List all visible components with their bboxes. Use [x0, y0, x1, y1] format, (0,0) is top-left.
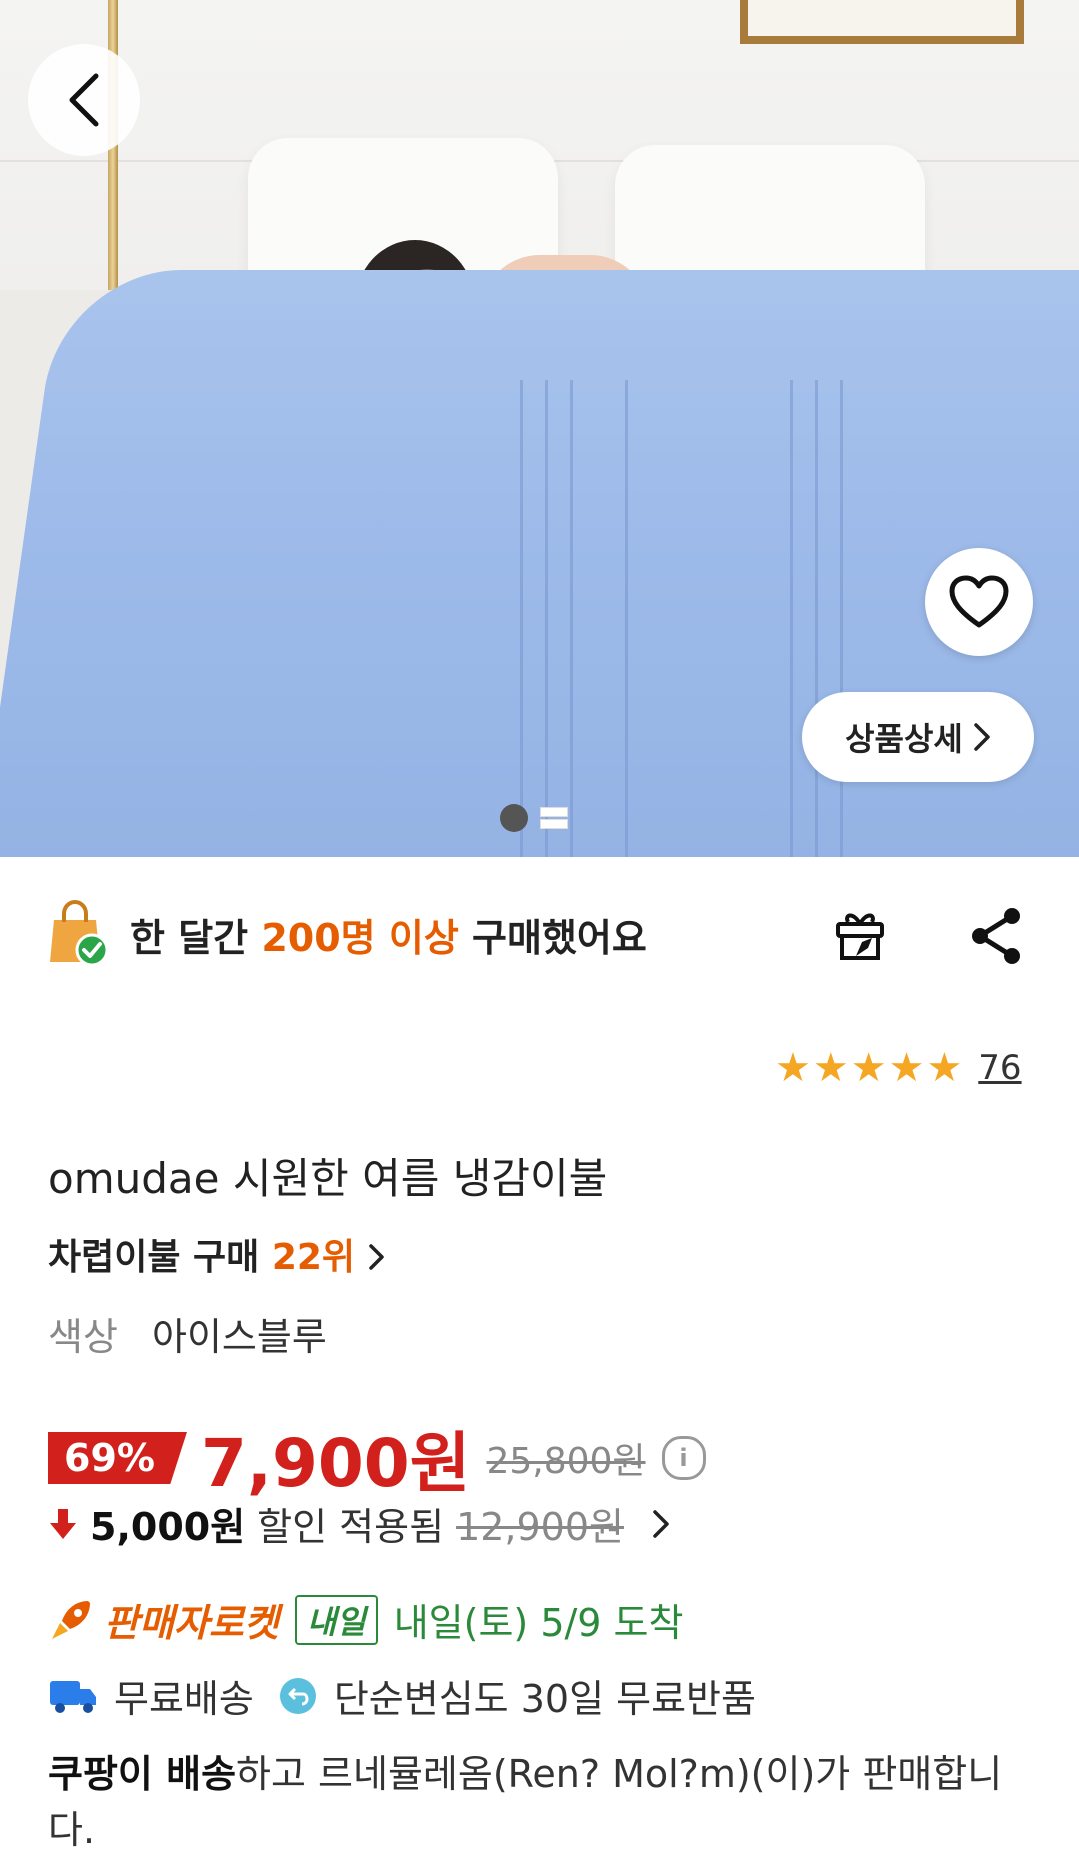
seller-info: 쿠팡이 배송하고 르네뮬레옴(Ren? Mol?m)(이)가 판매합니다. — [48, 1746, 1038, 1858]
rocket-label: 판매자로켓 — [104, 1601, 279, 1645]
chevron-left-icon — [69, 73, 99, 127]
heart-icon — [949, 575, 1009, 628]
rocket-icon — [52, 1600, 90, 1639]
price-row: 69% 7,900원 25,800원 i — [48, 1410, 706, 1506]
star-icon: ★ — [926, 1045, 963, 1091]
rank-category: 차렵이불 구매 — [48, 1237, 260, 1278]
chevron-right-icon — [653, 1509, 669, 1538]
option-value: 아이스블루 — [152, 1315, 327, 1359]
star-icon: ★ — [888, 1045, 925, 1091]
coupon-text: 할인 적용됨 — [257, 1505, 445, 1549]
rank-value: 22위 — [271, 1237, 356, 1278]
original-price: 25,800원 — [486, 1441, 646, 1482]
blanket-quilt-line — [840, 380, 843, 857]
product-image-carousel[interactable]: 상품상세 — [0, 0, 1079, 857]
blanket-quilt-line — [570, 380, 573, 857]
star-icon: ★ — [775, 1045, 811, 1091]
star-icon: ★ — [812, 1045, 849, 1091]
gift-button[interactable] — [832, 908, 888, 968]
free-shipping: 무료배송 — [114, 1677, 254, 1721]
purchase-stat-suffix: 구매했어요 — [472, 915, 647, 960]
sale-price: 7,900원 — [200, 1425, 471, 1502]
purchase-stat: 한 달간 200명 이상 구매했어요 — [46, 900, 647, 968]
shopping-bag-check-icon — [50, 900, 109, 967]
share-icon — [972, 908, 1020, 964]
chevron-right-icon — [368, 1244, 384, 1270]
gift-rocket-icon — [836, 913, 884, 960]
product-title: omudae 시원한 여름 냉감이불 — [48, 1154, 608, 1203]
shipping-return-row: 무료배송 단순변심도 30일 무료반품 — [48, 1668, 756, 1723]
arrow-down-icon — [50, 1508, 76, 1539]
blanket-quilt-line — [815, 380, 818, 857]
arrival-date: 내일(토) 5/9 도착 — [393, 1601, 684, 1645]
coupon-original-price: 12,900원 — [456, 1505, 624, 1549]
blanket-quilt-line — [545, 380, 548, 857]
wall-frame — [740, 0, 1024, 44]
free-return: 단순변심도 30일 무료반품 — [333, 1677, 756, 1721]
chevron-right-icon — [974, 723, 990, 751]
carousel-dot — [540, 807, 568, 829]
option-label: 색상 — [48, 1315, 118, 1359]
review-count-link[interactable]: 76 — [978, 1048, 1021, 1088]
truck-icon — [50, 1680, 96, 1713]
blanket-quilt-line — [625, 380, 628, 857]
coupon-amount: 5,000원 — [90, 1505, 246, 1549]
share-button[interactable] — [968, 906, 1024, 970]
purchase-stat-count: 200명 이상 — [261, 915, 459, 960]
info-icon[interactable]: i — [661, 1436, 706, 1480]
product-detail-button[interactable]: 상품상세 — [802, 692, 1034, 782]
delivery-row: 판매자로켓 내일 내일(토) 5/9 도착 — [48, 1592, 683, 1647]
return-icon — [279, 1677, 316, 1714]
purchase-stat-prefix: 한 달간 — [130, 915, 249, 960]
rating[interactable]: ★ ★ ★ ★ ★ 76 — [775, 1048, 1022, 1088]
discount-badge: 69% — [48, 1432, 187, 1484]
seller-bold: 쿠팡이 배송 — [48, 1752, 237, 1796]
option-row: 색상 아이스블루 — [48, 1306, 327, 1361]
blanket-quilt-line — [520, 380, 523, 857]
coupon-discount-row[interactable]: 5,000원 할인 적용됨 12,900원 — [48, 1496, 670, 1551]
tomorrow-badge: 내일 — [294, 1594, 378, 1645]
blanket-quilt-line — [790, 380, 793, 857]
star-icon: ★ — [850, 1045, 887, 1091]
category-rank-link[interactable]: 차렵이불 구매 22위 — [48, 1228, 386, 1280]
product-detail-label: 상품상세 — [845, 720, 963, 758]
carousel-indicator — [500, 804, 568, 832]
carousel-dot-active — [500, 804, 528, 832]
back-button[interactable] — [28, 44, 140, 156]
wishlist-button[interactable] — [925, 548, 1033, 656]
